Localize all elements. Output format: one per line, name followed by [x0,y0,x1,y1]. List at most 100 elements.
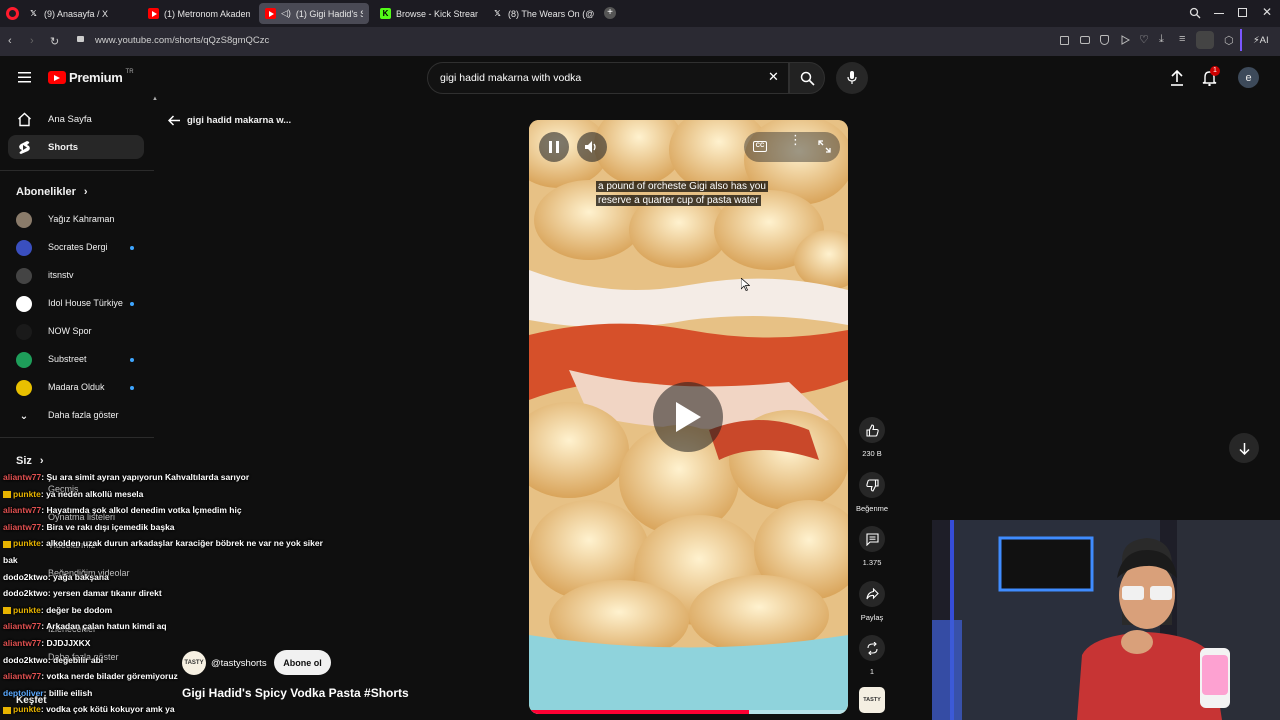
menu-icon[interactable]: ≡ [1179,33,1185,45]
chat-message: dodo2ktwo: yağa bakşana [3,572,109,582]
progress-track[interactable] [529,710,848,714]
chat-username: punkte [13,488,41,499]
maximize-icon[interactable] [1238,8,1247,17]
guide-menu-icon[interactable] [18,72,31,83]
opera-logo-icon[interactable] [6,7,19,20]
edit-icon[interactable] [1060,36,1069,45]
youtube-logo-icon [148,8,159,19]
chat-message: aliantw77: DJDJJXKX [3,638,90,648]
channel-avatar-icon [16,380,32,396]
video-title: Gigi Hadid's Spicy Vodka Pasta #Shorts [182,686,409,700]
comment-icon [859,526,885,552]
sidebar-item-shorts[interactable]: Shorts [8,135,144,159]
chat-badge-icon [3,490,11,498]
sidebar-scroll-up-icon[interactable]: ▲ [152,96,158,102]
voice-search-button[interactable] [836,62,868,94]
chat-badge-icon [3,607,11,615]
minimize-icon[interactable] [1214,13,1224,14]
notification-badge: 1 [1210,66,1220,76]
channel-avatar-icon [16,268,32,284]
account-avatar[interactable]: e [1238,67,1259,88]
back-icon[interactable]: ‹ [8,35,12,47]
chat-text: : değer be dodom [40,604,113,615]
chat-username: aliantw77 [3,621,42,632]
divider [1240,29,1242,51]
subscription-item[interactable]: NOW Spor [8,322,144,342]
sound-thumbnail[interactable]: TASTY [859,687,885,713]
lock-icon [77,36,84,42]
search-input[interactable]: gigi hadid makarna with vodka ✕ [427,62,789,94]
chat-text: bak [3,555,18,565]
subscriptions-heading[interactable]: Abonelikler › [16,186,88,198]
close-window-icon[interactable]: ✕ [1262,5,1272,19]
fullscreen-icon[interactable] [818,140,831,153]
tab-metronom[interactable]: (1) Metronom Akademi - [142,3,256,24]
search-tabs-icon[interactable] [1189,7,1201,19]
remix-button[interactable]: 1 [859,635,885,676]
webcam-scene [932,520,1280,720]
chat-text: : Şu ara simit ayran yapıyorun Kahvaltıl… [41,472,250,482]
comments-button[interactable]: 1.375 [859,526,885,567]
subscription-item[interactable]: itsnstv [8,266,144,286]
chat-message: deptoliver: billie eilish [3,688,92,698]
shield-icon[interactable] [1100,35,1109,45]
subscribe-button[interactable]: Abone ol [274,650,331,675]
chat-message: aliantw77: Arkadan çalan hatun kimdi aq [3,621,167,631]
extensions-icon[interactable]: ⬡ [1224,34,1234,47]
channel-avatar[interactable]: TASTY [182,651,206,675]
channel-avatar-icon [16,296,32,312]
download-icon[interactable]: ⤓ [1159,33,1164,46]
url-field[interactable]: www.youtube.com/shorts/qQzS8gmQCzc [95,35,269,46]
captions-button[interactable]: CC [753,141,767,152]
new-tab-button[interactable]: + [604,7,616,19]
address-bar: ‹ › ↻ www.youtube.com/shorts/qQzS8gmQCzc… [0,27,1280,56]
forward-icon[interactable]: › [30,35,34,47]
back-button[interactable]: gigi hadid makarna w... [168,115,291,126]
shorts-icon [16,139,32,155]
shorts-video-player[interactable]: CC ⋮ [529,120,848,714]
tab-kick[interactable]: K Browse - Kick Streaming [374,3,484,24]
youtube-premium-logo[interactable]: Premium TR [48,69,134,85]
sidebar-item-home[interactable]: Ana Sayfa [8,107,144,131]
channel-handle[interactable]: @tastyshorts [211,658,267,669]
upload-button[interactable] [1170,70,1184,86]
tab-x-home[interactable]: 𝕏 (9) Anasayfa / X [22,3,134,24]
you-heading[interactable]: Siz › [16,455,44,467]
show-more-button[interactable]: ⌄ Daha fazla göster [8,406,144,426]
play-icon[interactable] [1120,35,1130,45]
dislike-button[interactable]: Beğenme [856,472,888,513]
profile-icon[interactable] [1196,31,1214,49]
arrow-down-icon [1238,442,1250,455]
next-video-button[interactable] [1229,433,1259,463]
speaker-icon[interactable]: ◁) [281,8,291,19]
subscription-item[interactable]: Madara Olduk [8,378,144,398]
tab-gigi-hadid[interactable]: ◁) (1) Gigi Hadid's Spicy [259,3,369,24]
reload-icon[interactable]: ↻ [50,35,59,48]
chat-text: : billie eilish [43,687,93,698]
share-icon [859,581,885,607]
subscription-item[interactable]: Socrates Dergi [8,238,144,258]
chat-username: aliantw77 [3,638,42,648]
more-options-icon[interactable]: ⋮ [789,133,802,146]
big-play-button[interactable] [653,382,723,452]
heart-icon[interactable]: ♡ [1139,33,1149,46]
subscription-item[interactable]: Yağız Kahraman [8,210,144,230]
chat-text: : yağa bakşana [47,571,109,582]
subscription-item[interactable]: Idol House Türkiye [8,294,144,314]
volume-button[interactable] [577,132,607,162]
camera-icon[interactable] [1080,36,1090,44]
chat-message: dodo2ktwo: yersen damar tıkanır direkt [3,588,162,598]
clear-search-icon[interactable]: ✕ [768,69,779,85]
pause-button[interactable] [539,132,569,162]
like-button[interactable]: 230 B [859,417,885,458]
ai-button[interactable]: ⚡AI [1253,35,1269,46]
chat-text: : değebilir abi [47,654,104,665]
tab-the-wears-on[interactable]: 𝕏 (8) The Wears On (@thew [486,3,600,24]
chat-username: deptoliver [3,687,44,698]
browser-tab-bar: 𝕏 (9) Anasayfa / X (1) Metronom Akademi … [0,0,1280,27]
subscription-item[interactable]: Substreet [8,350,144,370]
share-button[interactable]: Paylaş [859,581,885,622]
mouse-cursor-icon [741,278,750,291]
chat-message: aliantw77: Bira ve rakı dışı içemedik ba… [3,522,175,532]
search-button[interactable] [789,62,825,94]
